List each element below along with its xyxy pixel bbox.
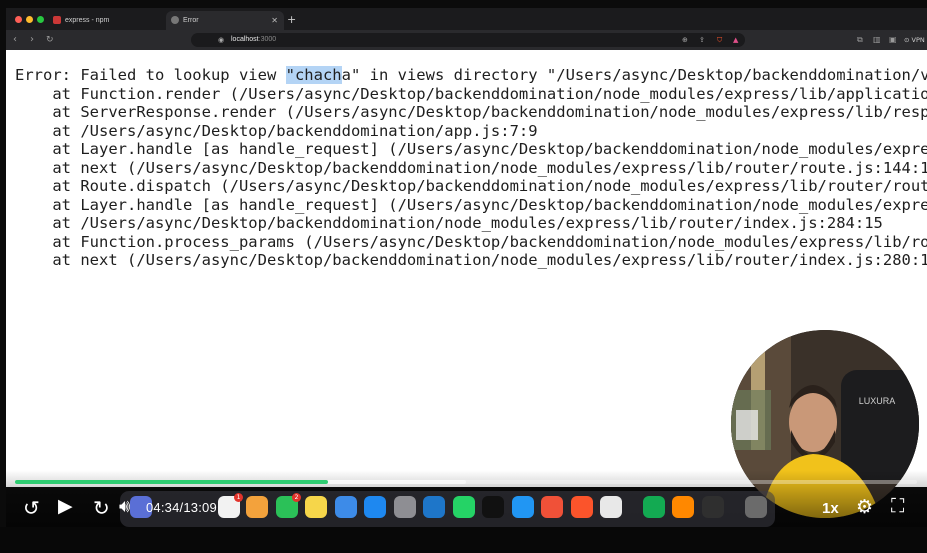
chair-brand-text: LUXURA	[859, 396, 896, 406]
safari-icon[interactable]	[512, 496, 534, 518]
zoom-window-button[interactable]	[37, 16, 44, 23]
share-icon[interactable]: ⇪	[699, 33, 705, 47]
github-icon[interactable]	[482, 496, 504, 518]
rewind-10-icon[interactable]: ↺	[23, 496, 40, 520]
seek-bar[interactable]	[15, 480, 917, 484]
tab-title: Error	[183, 17, 199, 24]
stack-frame: at Route.dispatch (/Users/async/Desktop/…	[52, 177, 927, 195]
stack-frame: at Layer.handle [as handle_request] (/Us…	[52, 140, 927, 158]
npm-icon	[53, 16, 61, 24]
seek-bar-played	[15, 480, 328, 484]
navigation-bar: ‹ › ↻ ▯ ◉ localhost:3000 ⊕ ⇪ ⛉ ▲ ⧉ ▥ ▣ ⊙…	[6, 30, 927, 50]
address-bar[interactable]: ◉ localhost:3000 ⊕ ⇪ ⛉ ▲	[191, 33, 745, 47]
extensions-icon[interactable]: ⧉	[857, 33, 863, 47]
volume-icon[interactable]: 🔊︎	[119, 496, 130, 517]
playback-speed-button[interactable]: 1x	[822, 500, 839, 517]
close-tab-icon[interactable]: ✕	[271, 11, 278, 30]
swift-icon[interactable]	[541, 496, 563, 518]
stack-frame: at Layer.handle [as handle_request] (/Us…	[52, 195, 927, 214]
notes-icon[interactable]	[305, 496, 327, 518]
forward-10-icon[interactable]: ↻	[93, 496, 110, 520]
globe-icon	[171, 16, 179, 24]
url-host: localhost	[231, 36, 259, 43]
minimize-window-button[interactable]	[26, 16, 33, 23]
keynote-icon[interactable]	[335, 496, 357, 518]
vpn-button[interactable]: ⊙ VPN	[904, 33, 925, 47]
back-icon[interactable]: ‹	[13, 33, 17, 47]
stack-frame: at next (/Users/async/Desktop/backenddom…	[15, 158, 927, 177]
stack-frame: at /Users/async/Desktop/backenddominatio…	[15, 214, 883, 232]
facetime-icon[interactable]: 2	[276, 493, 301, 518]
forward-icon[interactable]: ›	[30, 33, 34, 47]
error-message: Error: Failed to lookup view "chacha" in…	[15, 66, 927, 85]
tab-express-npm[interactable]: express - npm	[48, 11, 163, 30]
stack-frame: at /Users/async/Desktop/backenddominatio…	[15, 121, 538, 140]
settings-icon[interactable]	[394, 496, 416, 518]
wallet-icon[interactable]: ▣	[889, 33, 897, 47]
folder-icon[interactable]	[745, 496, 767, 518]
reload-icon[interactable]: ↻	[46, 33, 54, 47]
site-info-icon[interactable]: ◉	[218, 33, 224, 47]
url-text: localhost:3000	[231, 33, 276, 47]
browser-window-chrome: express - npm Error ✕ + ‹ › ↻ ▯ ◉ localh…	[6, 8, 927, 50]
app-store-icon[interactable]	[364, 496, 386, 518]
obs-icon[interactable]	[702, 496, 724, 518]
selected-text: "chach	[285, 66, 342, 84]
notification-badge: 1	[234, 493, 243, 502]
letterbox-bottom	[0, 527, 927, 553]
brave-shields-icon[interactable]: ⛉	[717, 33, 722, 47]
stack-frame: at Function.process_params (/Users/async…	[52, 232, 927, 251]
brave-icon[interactable]	[571, 496, 593, 518]
close-window-button[interactable]	[15, 16, 22, 23]
tab-bar: express - npm Error ✕ +	[6, 8, 927, 30]
vlc-icon[interactable]	[672, 496, 694, 518]
brave-rewards-icon[interactable]: ▲	[733, 33, 738, 47]
new-tab-button[interactable]: +	[287, 11, 296, 28]
tab-title: express - npm	[65, 17, 110, 24]
chrome-icon[interactable]	[600, 496, 622, 518]
vscode-icon[interactable]	[423, 496, 445, 518]
tab-error[interactable]: Error ✕	[166, 11, 284, 30]
play-icon[interactable]: ▶	[58, 495, 73, 517]
error-output: Error: Failed to lookup view "chacha" in…	[15, 66, 927, 270]
stack-frame: at next (/Users/async/Desktop/backenddom…	[15, 251, 927, 269]
settings-gear-icon[interactable]: ⚙	[856, 496, 873, 518]
mongodb-icon[interactable]	[643, 496, 665, 518]
playback-time: 04:34/13:09	[146, 500, 217, 515]
whatsapp-icon[interactable]	[453, 496, 475, 518]
stack-frame: at ServerResponse.render (/Users/async/D…	[52, 103, 927, 121]
fullscreen-icon[interactable]: ⛶	[891, 495, 904, 517]
stack-frame: at Function.render (/Users/async/Desktop…	[52, 84, 927, 103]
error-message-prefix: Error: Failed to lookup view	[15, 66, 286, 84]
zoom-icon[interactable]: ⊕	[682, 33, 688, 47]
vpn-label: VPN	[911, 36, 925, 44]
notification-badge: 2	[292, 493, 301, 502]
error-message-suffix: a" in views directory "/Users/async/Desk…	[341, 66, 927, 84]
url-port: :3000	[258, 36, 277, 43]
photos-icon[interactable]	[246, 496, 268, 518]
calendar-icon[interactable]: 1	[218, 493, 243, 518]
sidebar-icon[interactable]: ▥	[873, 33, 881, 47]
